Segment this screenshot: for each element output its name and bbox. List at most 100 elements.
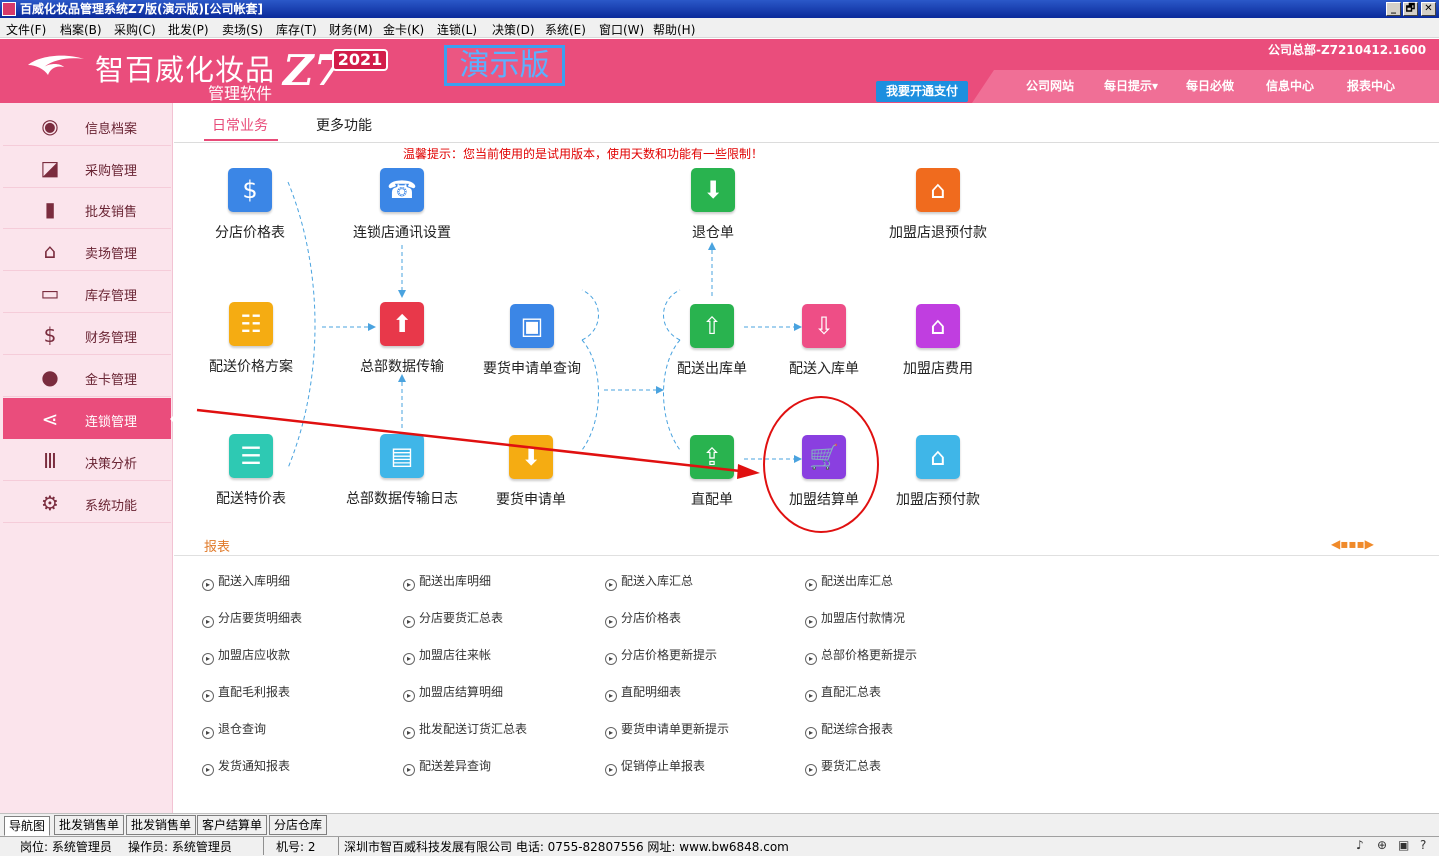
menu-inventory[interactable]: 库存(T) [276,21,317,38]
report-link[interactable]: ▸ 配送差异查询 [403,757,491,776]
chevron-right-icon: ▸ [805,579,817,591]
tile-hq-data-transfer[interactable]: ⬆ 总部数据传输 [337,302,467,382]
menu-wholesale[interactable]: 批发(P) [168,21,209,38]
sidebar-item-wholesale[interactable]: ▮ 批发销售 [3,188,171,229]
open-payment-button[interactable]: 我要开通支付 [876,81,968,102]
doc-tab-wholesale-sales[interactable]: 批发销售单 [54,815,125,835]
report-link[interactable]: ▸ 发货通知报表 [202,757,290,776]
menu-system[interactable]: 系统(E) [545,21,586,38]
report-link-label: 分店要货汇总表 [419,611,504,625]
chevron-right-icon: ▸ [605,653,617,665]
sidebar-item-chain[interactable]: ⋖ 连锁管理 [3,398,179,439]
sidebar-item-goldcard[interactable]: ● 金卡管理 [3,356,171,397]
report-link[interactable]: ▸ 退仓查询 [202,720,266,739]
report-link[interactable]: ▸ 分店价格表 [605,609,681,628]
tile-return-warehouse[interactable]: ⬇ 退仓单 [648,168,778,248]
tile-hq-transfer-log[interactable]: ▤ 总部数据传输日志 [337,434,467,514]
sidebar-item-label: 卖场管理 [85,247,138,262]
tile-order-request-query[interactable]: ▣ 要货申请单查询 [467,304,597,384]
menu-purchase[interactable]: 采购(C) [114,21,156,38]
menu-file[interactable]: 文件(F) [6,21,46,38]
report-link[interactable]: ▸ 配送综合报表 [805,720,893,739]
tile-direct-delivery[interactable]: ⇪ 直配单 [647,435,777,515]
tile-franchise-refund-prepay[interactable]: ⌂ 加盟店退预付款 [873,168,1003,248]
report-link[interactable]: ▸ 加盟店往来帐 [403,646,491,665]
gear-icon: ⚙ [41,491,59,515]
share-icon: ⋖ [41,407,59,431]
status-machine: 机号: 2 [276,840,316,854]
menu-window[interactable]: 窗口(W) [599,21,644,38]
report-link[interactable]: ▸ 加盟店付款情况 [805,609,905,628]
tray-help-icon[interactable]: ? [1420,838,1426,852]
sidebar-item-store[interactable]: ⌂ 卖场管理 [3,230,171,271]
window-title: 百威化妆品管理系统Z7版(演示版)[公司帐套] [20,2,263,16]
tile-label: 配送入库单 [789,361,859,377]
tile-franchise-prepay[interactable]: ⌂ 加盟店预付款 [873,435,1003,515]
sidebar-item-inventory[interactable]: ▭ 库存管理 [3,272,171,313]
report-link[interactable]: ▸ 分店价格更新提示 [605,646,717,665]
tile-delivery-price-plan[interactable]: ☷ 配送价格方案 [186,302,316,382]
menu-decision[interactable]: 决策(D) [492,21,535,38]
tile-delivery-out[interactable]: ⇧ 配送出库单 [647,304,777,384]
report-link[interactable]: ▸ 直配汇总表 [805,683,881,702]
restore-button[interactable]: 🗗 [1403,2,1418,16]
report-link[interactable]: ▸ 分店要货汇总表 [403,609,503,628]
report-link[interactable]: ▸ 分店要货明细表 [202,609,302,628]
report-link[interactable]: ▸ 配送入库汇总 [605,572,693,591]
report-link[interactable]: ▸ 加盟店应收款 [202,646,290,665]
sidebar-item-system[interactable]: ⚙ 系统功能 [3,482,171,523]
report-link[interactable]: ▸ 批发配送订货汇总表 [403,720,527,739]
sidebar-item-info[interactable]: ◉ 信息档案 [3,105,171,146]
sidebar-item-finance[interactable]: $ 财务管理 [3,314,171,355]
menu-chain[interactable]: 连锁(L) [437,21,477,38]
nav-info-center[interactable]: 信息中心 [1266,77,1314,94]
menu-help[interactable]: 帮助(H) [653,21,695,38]
report-link[interactable]: ▸ 配送入库明细 [202,572,290,591]
report-link[interactable]: ▸ 总部价格更新提示 [805,646,917,665]
tile-franchise-fee[interactable]: ⌂ 加盟店费用 [873,304,1003,384]
doc-tab-navigation[interactable]: 导航图 [4,816,51,836]
tile-branch-price-table[interactable]: $ 分店价格表 [185,168,315,248]
tile-delivery-in[interactable]: ⇩ 配送入库单 [759,304,889,384]
menu-finance[interactable]: 财务(M) [329,21,373,38]
tray-network-icon[interactable]: ⊕ [1377,838,1387,852]
status-separator [338,837,339,855]
menu-store[interactable]: 卖场(S) [222,21,263,38]
tile-order-request[interactable]: ⬇ 要货申请单 [466,435,596,515]
tray-lock-icon[interactable]: ▣ [1398,838,1409,852]
minimize-button[interactable]: _ [1386,2,1401,16]
nav-report-center[interactable]: 报表中心 [1347,77,1395,94]
tile-delivery-special-price[interactable]: ☰ 配送特价表 [186,434,316,514]
menu-goldcard[interactable]: 金卡(K) [383,21,424,38]
doc-tab-branch-warehouse[interactable]: 分店仓库 [269,815,328,835]
report-link[interactable]: ▸ 要货汇总表 [805,757,881,776]
chevron-right-icon: ▸ [403,653,415,665]
tab-daily-business[interactable]: 日常业务 [212,115,268,135]
doc-tab-customer-settlement[interactable]: 客户结算单 [197,815,268,835]
nav-company-site[interactable]: 公司网站 [1026,77,1074,94]
report-link[interactable]: ▸ 促销停止单报表 [605,757,705,776]
app-icon [2,2,16,16]
report-link[interactable]: ▸ 加盟店结算明细 [403,683,503,702]
menu-archive[interactable]: 档案(B) [60,21,102,38]
close-button[interactable]: ✕ [1421,2,1436,16]
sidebar-item-decision[interactable]: Ⅲ 决策分析 [3,440,171,481]
report-link[interactable]: ▸ 直配毛利报表 [202,683,290,702]
nav-daily-tips[interactable]: 每日提示▾ [1104,77,1158,94]
house-dollar-icon: ⌂ [916,435,960,479]
report-link[interactable]: ▸ 配送出库明细 [403,572,491,591]
doc-tab-wholesale-sales-2[interactable]: 批发销售单 [126,815,197,835]
report-link[interactable]: ▸ 配送出库汇总 [805,572,893,591]
status-separator [263,837,264,855]
reports-pager[interactable]: ◀▪▪▪▶ [1331,537,1374,551]
tile-label: 加盟店退预付款 [889,225,987,241]
tile-label: 要货申请单 [496,492,566,508]
report-link[interactable]: ▸ 要货申请单更新提示 [605,720,729,739]
report-link[interactable]: ▸ 直配明细表 [605,683,681,702]
tab-more-functions[interactable]: 更多功能 [316,115,372,135]
nav-daily-must[interactable]: 每日必做 [1186,77,1234,94]
phone-icon: ☎ [380,168,424,212]
tray-volume-icon[interactable]: ♪ [1356,838,1364,852]
sidebar-item-purchase[interactable]: ◪ 采购管理 [3,147,171,188]
tile-chain-comm-settings[interactable]: ☎ 连锁店通讯设置 [337,168,467,248]
